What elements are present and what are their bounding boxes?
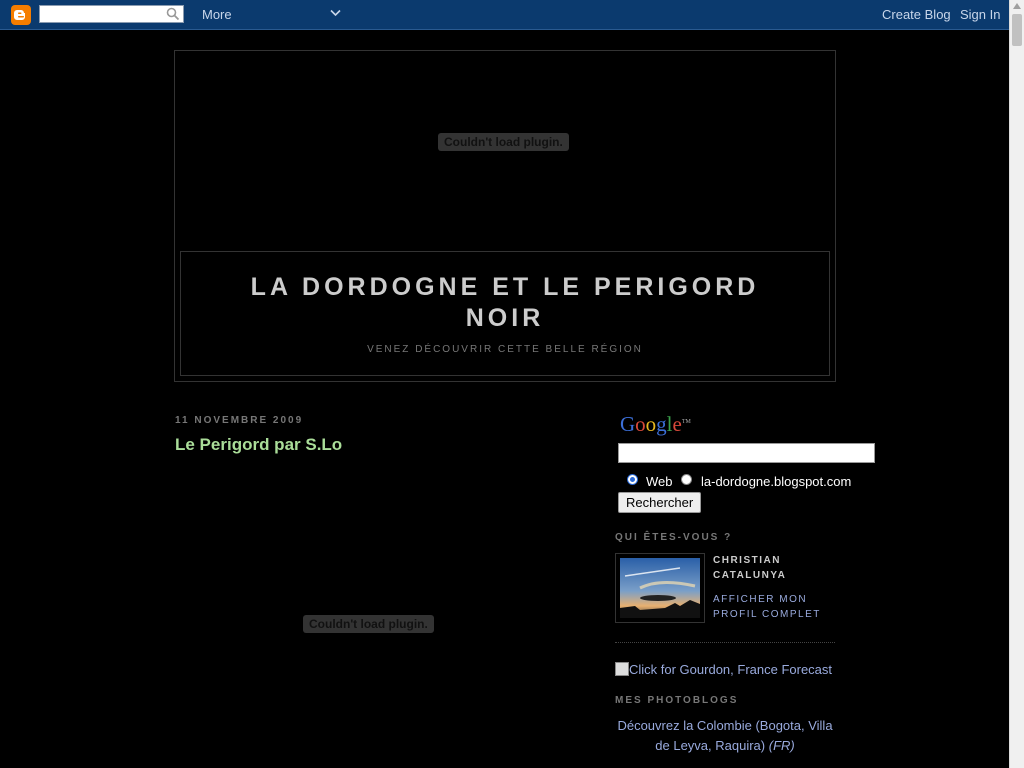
blog-title[interactable]: LA DORDOGNE ET LE PERIGORD NOIR <box>211 272 799 334</box>
photoblog-link-text[interactable]: Découvrez la Colombie (Bogota, Villa de … <box>617 718 832 753</box>
radio-site[interactable] <box>681 474 692 485</box>
view-full-profile-link[interactable]: AFFICHER MON PROFIL COMPLET <box>713 592 833 622</box>
google-search-input[interactable] <box>618 443 875 463</box>
google-search-button[interactable]: Rechercher <box>618 492 702 513</box>
post-plugin-placeholder[interactable]: Couldn't load plugin. <box>303 615 434 633</box>
google-logo-letter: o <box>635 412 646 436</box>
broken-image-icon <box>615 662 629 676</box>
blogger-b-icon <box>14 10 25 20</box>
vertical-scrollbar[interactable] <box>1009 0 1024 768</box>
chevron-down-icon[interactable] <box>330 9 341 17</box>
photoblogs-heading: MES PHOTOBLOGS <box>615 695 739 706</box>
scrollbar-thumb[interactable] <box>1012 14 1022 46</box>
profile-photo[interactable] <box>615 553 705 623</box>
radio-web[interactable] <box>627 474 638 485</box>
photoblog-colombie-link[interactable]: Découvrez la Colombie (Bogota, Villa de … <box>615 716 835 756</box>
profile-heading: QUI ÊTES-VOUS ? <box>615 532 733 543</box>
search-icon[interactable] <box>166 7 180 21</box>
sidebar-divider <box>615 642 835 643</box>
google-logo-text: Google <box>620 412 682 436</box>
google-logo-letter: o <box>645 412 657 436</box>
navbar-more-menu[interactable]: More <box>202 7 232 22</box>
photoblog-lang-tag: (FR) <box>768 738 795 753</box>
post-date-header: 11 NOVEMBRE 2009 <box>175 415 304 426</box>
blogger-logo-icon[interactable] <box>11 5 31 25</box>
profile-sky-image <box>620 558 700 618</box>
radio-web-label: Web <box>646 474 673 489</box>
google-logo-tm: TM <box>681 419 691 425</box>
google-logo-letter: e <box>672 412 682 436</box>
forecast-image-link[interactable]: Click for Gourdon, France Forecast <box>615 662 832 677</box>
blog-title-box: LA DORDOGNE ET LE PERIGORD NOIR VENEZ DÉ… <box>180 251 830 376</box>
radio-site-label: la-dordogne.blogspot.com <box>701 474 852 489</box>
google-logo-letter: g <box>656 412 667 436</box>
navbar-search-box[interactable] <box>39 5 184 25</box>
create-blog-link[interactable]: Create Blog <box>882 7 951 22</box>
forecast-alt-text: Click for Gourdon, France Forecast <box>629 662 833 677</box>
google-logo: GoogleTM <box>620 412 691 437</box>
navbar-search-input[interactable] <box>40 9 163 25</box>
sign-in-link[interactable]: Sign In <box>960 7 1000 22</box>
blogger-navbar: More Create Blog Sign In <box>0 0 1009 30</box>
post-title[interactable]: Le Perigord par S.Lo <box>175 435 342 455</box>
scroll-up-arrow-icon[interactable] <box>1013 3 1021 9</box>
profile-name[interactable]: CHRISTIAN CATALUNYA <box>713 553 823 583</box>
blog-description: VENEZ DÉCOUVRIR CETTE BELLE RÉGION <box>367 344 643 355</box>
google-logo-letter: G <box>620 412 636 436</box>
header-plugin-placeholder[interactable]: Couldn't load plugin. <box>438 133 569 151</box>
